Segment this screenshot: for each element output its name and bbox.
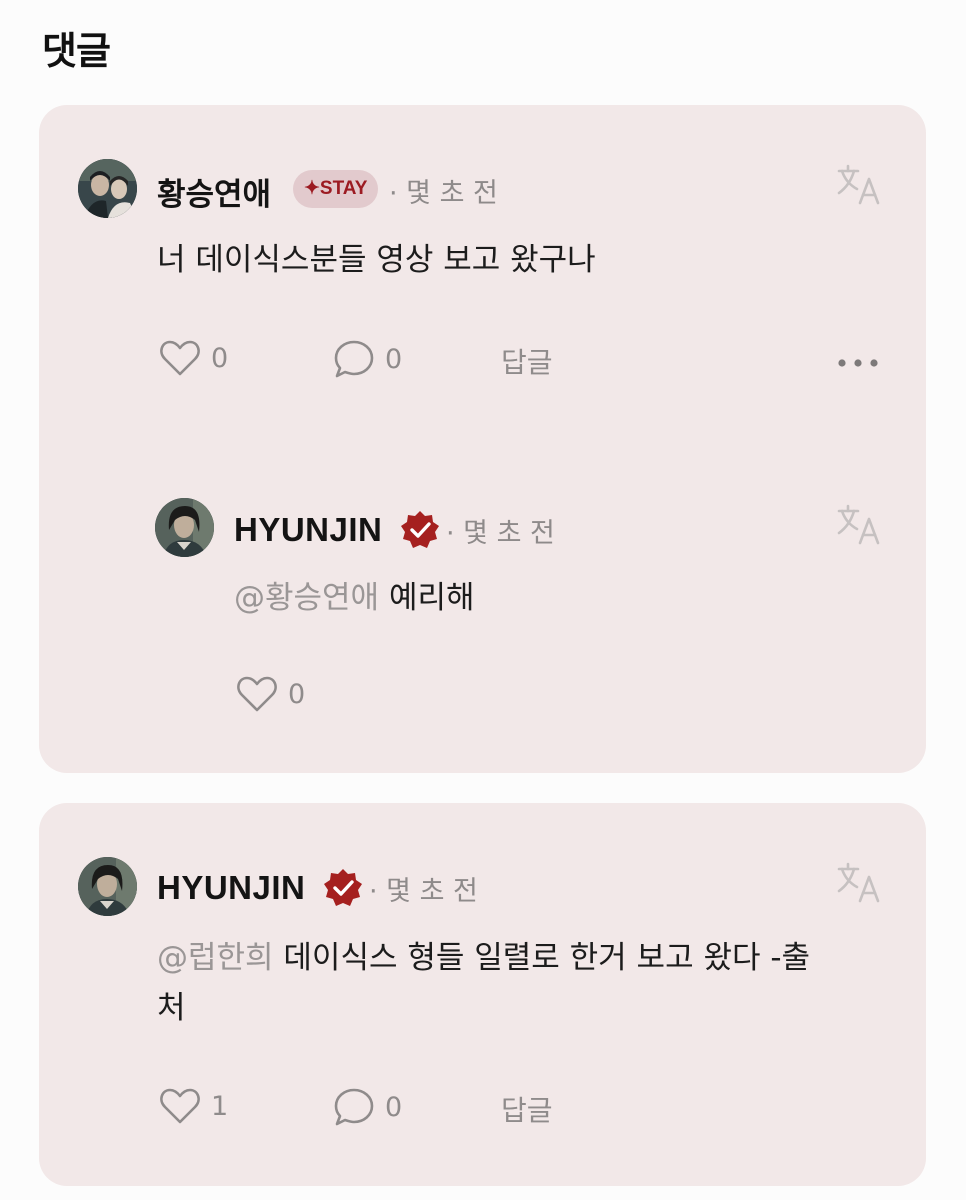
mention-link[interactable]: @황승연애 xyxy=(234,580,379,616)
reply-count-button[interactable]: 0 xyxy=(333,339,402,379)
comment-time: · 몇 초 전 xyxy=(369,876,478,907)
comment-text: @럽한희 데이식스 형들 일렬로 한거 보고 왔다 -출 처 xyxy=(157,933,810,1033)
comment-message: 데이식스 형들 일렬로 한거 보고 왔다 -출 xyxy=(273,940,811,976)
verified-badge-icon xyxy=(400,510,440,550)
reply-count: 0 xyxy=(385,1091,403,1123)
translate-icon[interactable] xyxy=(836,163,882,207)
reply-author[interactable]: HYUNJIN xyxy=(234,511,382,549)
heart-icon xyxy=(160,340,200,376)
more-options-button[interactable] xyxy=(836,354,880,367)
reply-count: 0 xyxy=(385,343,403,375)
stay-badge: ✦STAY xyxy=(293,170,379,208)
comment-time: · 몇 초 전 xyxy=(389,178,498,209)
comments-page: 댓글 황승연애 ✦STAY · 몇 초 전 너 데이식스분들 영상 보고 왔구나… xyxy=(0,0,966,1200)
like-count: 1 xyxy=(211,1090,229,1122)
reply-count-button[interactable]: 0 xyxy=(333,1087,402,1127)
comment-author[interactable]: HYUNJIN xyxy=(157,869,305,907)
like-button[interactable]: 0 xyxy=(159,339,228,377)
like-count: 0 xyxy=(288,678,306,710)
reply-like-button[interactable]: 0 xyxy=(236,675,305,713)
comment-card: 황승연애 ✦STAY · 몇 초 전 너 데이식스분들 영상 보고 왔구나 0 … xyxy=(39,105,926,773)
comment-author[interactable]: 황승연애 xyxy=(157,169,271,214)
comment-bubble-icon xyxy=(334,1088,374,1126)
reply-message: 예리해 xyxy=(379,580,475,616)
like-button[interactable]: 1 xyxy=(159,1087,228,1125)
comment-message-line2: 처 xyxy=(157,990,186,1026)
mention-link[interactable]: @럽한희 xyxy=(157,940,274,976)
reply-avatar[interactable] xyxy=(155,498,214,557)
verified-badge-icon xyxy=(323,868,363,908)
more-dots-icon xyxy=(838,359,878,367)
comment-text: 너 데이식스분들 영상 보고 왔구나 xyxy=(157,242,596,278)
comment-bubble-icon xyxy=(334,340,374,378)
avatar[interactable] xyxy=(78,857,137,916)
reply-text: @황승연애 예리해 xyxy=(234,573,475,623)
comment-card: HYUNJIN · 몇 초 전 @럽한희 데이식스 형들 일렬로 한거 보고 왔… xyxy=(39,803,926,1186)
reply-time: · 몇 초 전 xyxy=(446,518,555,549)
translate-icon[interactable] xyxy=(836,503,882,547)
translate-icon[interactable] xyxy=(836,861,882,905)
heart-icon xyxy=(160,1088,200,1124)
like-count: 0 xyxy=(211,342,229,374)
section-title: 댓글 xyxy=(42,29,111,73)
avatar[interactable] xyxy=(78,159,137,218)
heart-icon xyxy=(237,676,277,712)
reply-button[interactable]: 답글 xyxy=(501,1089,553,1129)
reply-button[interactable]: 답글 xyxy=(501,341,553,381)
